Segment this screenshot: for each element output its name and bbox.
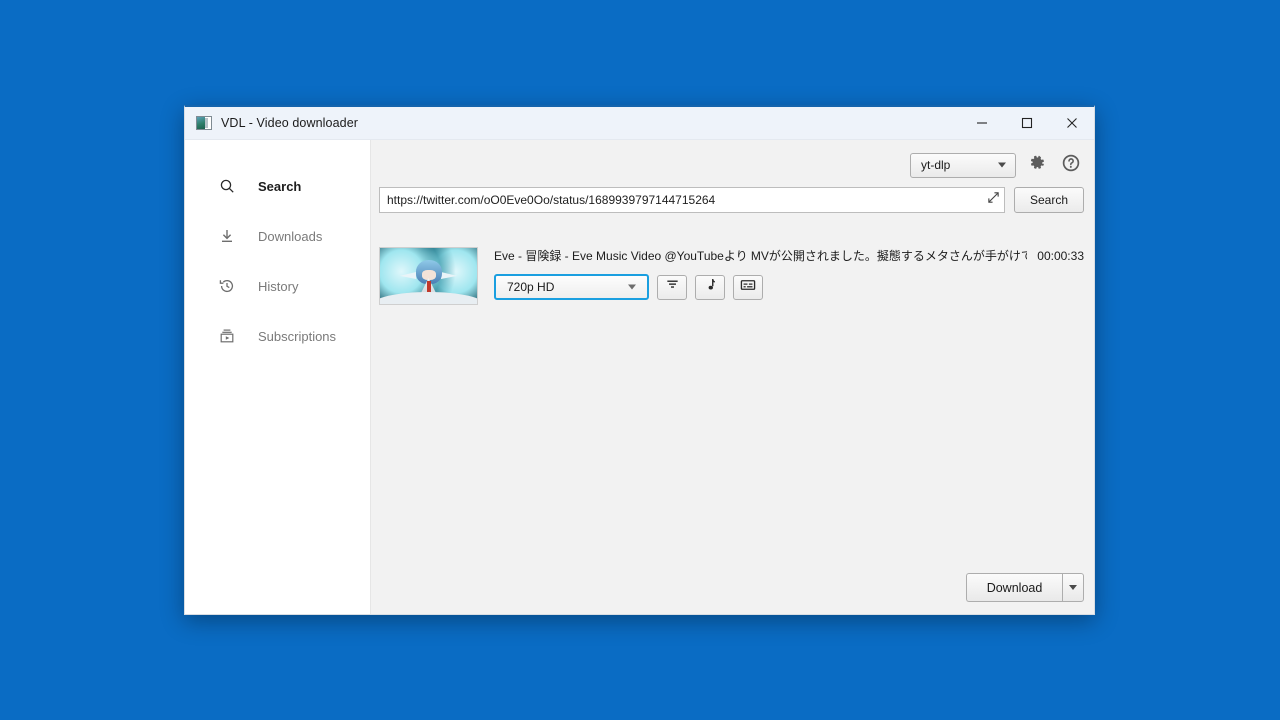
window-body: Search Downloads History Subscriptions y… — [185, 140, 1094, 614]
history-icon — [218, 277, 236, 295]
content-area: yt-dlp https://twitter.com/oO0Eve0Oo/sta… — [371, 140, 1094, 614]
window-title: VDL - Video downloader — [221, 116, 359, 130]
sidebar-item-history[interactable]: History — [185, 268, 370, 304]
footer-bar: Download — [371, 573, 1094, 614]
content-toolbar: yt-dlp — [371, 140, 1094, 178]
result-title: Eve - 冒険録 - Eve Music Video @YouTubeより M… — [494, 249, 1028, 263]
minimize-button[interactable] — [959, 107, 1004, 139]
url-field-wrapper[interactable] — [379, 187, 1005, 213]
download-options-button[interactable] — [1062, 573, 1084, 602]
sidebar-item-search[interactable]: Search — [185, 168, 370, 204]
help-circle-icon — [1062, 154, 1080, 177]
chevron-down-icon — [998, 162, 1006, 168]
help-button[interactable] — [1058, 152, 1084, 178]
chevron-down-icon — [628, 284, 636, 290]
settings-button[interactable] — [1024, 152, 1050, 178]
sidebar-item-label: Downloads — [258, 228, 323, 244]
result-title-row: Eve - 冒険録 - Eve Music Video @YouTubeより M… — [494, 247, 1084, 264]
video-thumbnail[interactable] — [379, 247, 478, 305]
subscriptions-icon — [218, 327, 236, 345]
close-button[interactable] — [1049, 107, 1094, 139]
gear-icon — [1028, 154, 1046, 177]
url-input[interactable] — [380, 193, 982, 207]
filter-icon — [665, 277, 680, 297]
expand-url-button[interactable] — [982, 188, 1004, 212]
window-titlebar[interactable]: VDL - Video downloader — [185, 107, 1094, 140]
music-note-icon — [703, 277, 718, 297]
app-window: VDL - Video downloader Search Downloads … — [184, 105, 1095, 615]
sidebar-item-label: Subscriptions — [258, 328, 337, 344]
chevron-down-icon — [1069, 585, 1077, 590]
sidebar-item-label: History — [258, 278, 299, 294]
search-bar: Search — [371, 178, 1094, 213]
audio-button[interactable] — [695, 274, 725, 300]
result-actions: 720p HD — [494, 274, 1084, 300]
result-details: Eve - 冒険録 - Eve Music Video @YouTubeより M… — [478, 247, 1084, 300]
expand-diagonal-icon — [987, 191, 1000, 209]
quality-select-value: 720p HD — [507, 280, 555, 294]
subtitle-button[interactable] — [733, 274, 763, 300]
result-duration: 00:00:33 — [1037, 249, 1084, 263]
quality-select[interactable]: 720p HD — [494, 274, 649, 300]
engine-select-value: yt-dlp — [921, 158, 951, 172]
search-icon — [218, 177, 236, 195]
result-item[interactable]: Eve - 冒険録 - Eve Music Video @YouTubeより M… — [379, 247, 1084, 305]
download-split-button: Download — [966, 573, 1084, 602]
sidebar-navigation: Search Downloads History Subscriptions — [185, 140, 371, 614]
maximize-button[interactable] — [1004, 107, 1049, 139]
search-button[interactable]: Search — [1014, 187, 1084, 213]
video-app-icon — [196, 116, 212, 130]
desktop-background: VDL - Video downloader Search Downloads … — [0, 0, 1280, 720]
filter-button[interactable] — [657, 274, 687, 300]
engine-select[interactable]: yt-dlp — [910, 152, 1016, 178]
download-icon — [218, 227, 236, 245]
subtitle-icon — [740, 277, 756, 298]
window-controls — [959, 107, 1094, 139]
download-button[interactable]: Download — [966, 573, 1062, 602]
sidebar-item-downloads[interactable]: Downloads — [185, 218, 370, 254]
sidebar-item-subscriptions[interactable]: Subscriptions — [185, 318, 370, 354]
search-results-list: Eve - 冒険録 - Eve Music Video @YouTubeより M… — [371, 213, 1094, 573]
sidebar-item-label: Search — [258, 178, 302, 194]
